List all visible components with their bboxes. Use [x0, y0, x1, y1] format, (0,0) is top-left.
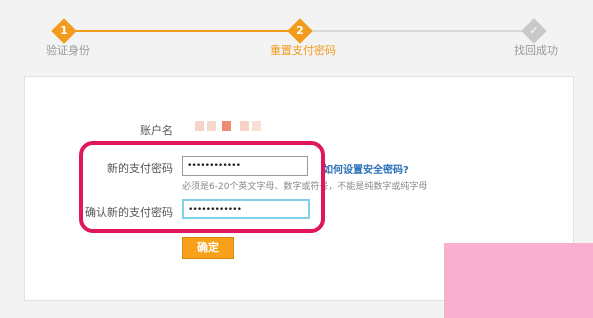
progress-stepper: 1 2 ✓ 验证身份 重置支付密码 找回成功	[0, 0, 593, 60]
step-2-marker: 2	[287, 18, 313, 44]
check-icon: ✓	[529, 24, 539, 37]
stepper-line-pending	[300, 30, 534, 32]
highlight-annotation	[79, 141, 325, 233]
step-1-marker: 1	[51, 18, 77, 44]
stepper-line-completed	[64, 30, 300, 32]
step-2-label: 重置支付密码	[270, 44, 336, 57]
account-label: 账户名	[140, 124, 173, 137]
pink-corner-overlay	[444, 243, 593, 318]
step-3-marker: ✓	[521, 18, 547, 44]
step-3-label: 找回成功	[514, 44, 558, 57]
step-1-label: 验证身份	[46, 44, 90, 57]
confirm-button[interactable]: 确定	[182, 237, 234, 259]
step-2-number: 2	[296, 24, 304, 37]
step-1-number: 1	[60, 24, 68, 37]
password-help-link[interactable]: 如何设置安全密码?	[323, 161, 409, 176]
masked-account-name	[195, 121, 261, 131]
